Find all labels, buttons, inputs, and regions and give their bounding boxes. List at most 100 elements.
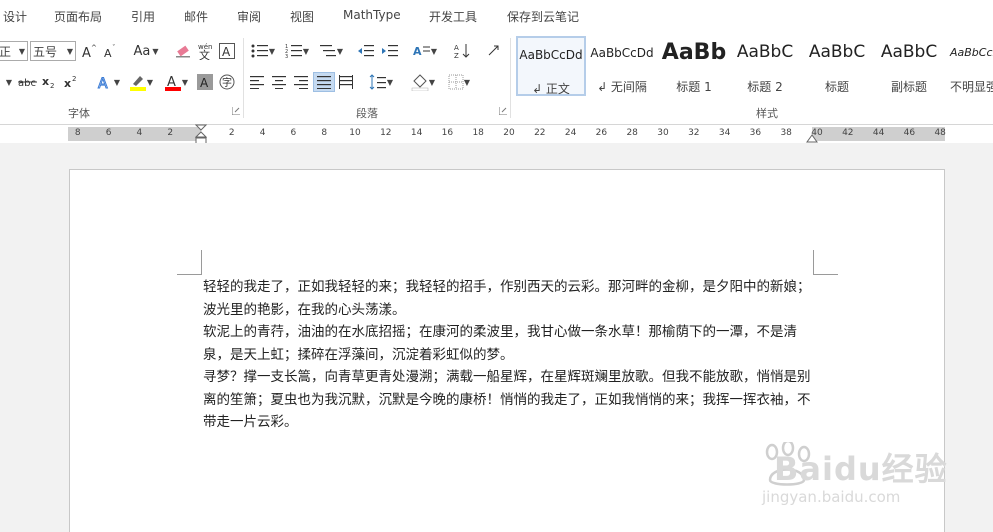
styles-group-label: 样式 <box>756 107 778 120</box>
style-heading-1[interactable]: AaBb 标题 1 <box>659 36 729 96</box>
highlight-color-button[interactable]: ▼ <box>126 72 156 92</box>
tab-mathtype[interactable]: MathType <box>343 8 401 22</box>
chevron-down-icon: ▼ <box>428 77 436 87</box>
chevron-down-icon[interactable]: ▼ <box>19 47 25 56</box>
grow-font-icon[interactable]: A ^ <box>80 41 98 61</box>
ruler-number: 32 <box>688 128 700 138</box>
style-title[interactable]: AaBbC 标题 <box>802 36 872 96</box>
ruler-number: 6 <box>290 128 297 138</box>
line-spacing-button[interactable]: ▼ <box>366 72 396 92</box>
group-divider <box>243 38 244 118</box>
distributed-align-icon[interactable] <box>337 72 355 92</box>
text-effects-button[interactable]: A ▼ <box>94 72 122 92</box>
numbering-button[interactable]: 123 ▼ <box>282 41 312 61</box>
style-preview: AaBbC <box>880 42 938 62</box>
tab-review[interactable]: 审阅 <box>237 8 261 25</box>
superscript-icon[interactable]: x2 <box>64 72 80 92</box>
paragraph-dialog-launcher-icon[interactable] <box>499 107 507 115</box>
svg-text:A: A <box>200 76 209 90</box>
align-right-icon[interactable] <box>292 72 310 92</box>
chevron-down-icon[interactable]: ▼ <box>67 47 73 56</box>
ruler-number: 2 <box>167 128 174 138</box>
ruler-number: 22 <box>534 128 546 138</box>
borders-button[interactable]: ▼ <box>444 72 474 92</box>
show-hide-marks-icon[interactable] <box>484 41 502 61</box>
paragraph-3[interactable]: 寻梦？撑一支长篙，向青草更青处漫溯；满载一船星辉，在星辉斑斓里放歌。但我不能放歌… <box>203 366 813 434</box>
font-color-button[interactable]: A ▼ <box>161 72 191 92</box>
ruler-number: 4 <box>136 128 143 138</box>
ruler-number: 14 <box>410 128 423 138</box>
decrease-indent-icon[interactable] <box>356 41 376 61</box>
ruler-number: 24 <box>564 128 577 138</box>
tab-references[interactable]: 引用 <box>131 8 155 25</box>
style-no-spacing[interactable]: AaBbCcDd ↲ 无间隔 <box>587 36 657 96</box>
subscript-icon[interactable]: x2 <box>42 72 58 92</box>
ruler-number: 30 <box>657 128 669 138</box>
font-dialog-launcher-icon[interactable] <box>232 107 240 115</box>
phonetic-guide-icon[interactable]: wén 文 <box>196 41 214 61</box>
change-case-button[interactable]: Aa ▼ <box>131 41 161 61</box>
document-body[interactable]: 轻轻的我走了，正如我轻轻的来；我轻轻的招手，作别西天的云彩。那河畔的金柳，是夕阳… <box>203 276 813 434</box>
style-preview: AaBbCcDd <box>590 46 654 60</box>
chevron-down-icon: ▼ <box>386 77 394 87</box>
increase-indent-icon[interactable] <box>380 41 400 61</box>
ruler-number: 10 <box>349 128 361 138</box>
chevron-down-icon: ▼ <box>268 46 276 56</box>
style-subtle-emphasis[interactable]: AaBbCcDd 不明显强 <box>946 36 993 96</box>
ruler-number: 6 <box>105 128 112 138</box>
margin-corner-mark <box>177 250 202 275</box>
align-left-icon[interactable] <box>248 72 266 92</box>
chevron-down-icon: ▼ <box>152 46 159 56</box>
shrink-font-icon[interactable]: Aˇ <box>102 41 120 61</box>
style-preview: AaBb <box>661 40 727 65</box>
strikethrough-icon[interactable]: abc <box>18 72 38 92</box>
svg-text:abc: abc <box>18 78 36 89</box>
paragraph-1[interactable]: 轻轻的我走了，正如我轻轻的来；我轻轻的招手，作别西天的云彩。那河畔的金柳，是夕阳… <box>203 276 813 321</box>
multilevel-list-button[interactable]: ▼ <box>316 41 346 61</box>
align-center-icon[interactable] <box>270 72 288 92</box>
enclose-characters-icon[interactable]: 字 <box>218 72 236 92</box>
chevron-down-icon[interactable]: ▼ <box>4 72 14 92</box>
tab-save-to-cloud-notes[interactable]: 保存到云笔记 <box>507 8 579 25</box>
svg-text:A: A <box>98 76 108 90</box>
chevron-down-icon: ▼ <box>463 77 471 87</box>
style-subtitle[interactable]: AaBbC 副标题 <box>874 36 944 96</box>
style-name: ↲ 正文 <box>532 82 570 96</box>
ruler-number: 8 <box>74 128 81 138</box>
character-shading-icon[interactable]: A <box>196 72 214 92</box>
bullets-button[interactable]: ▼ <box>248 41 278 61</box>
character-border-icon[interactable]: A <box>218 41 236 61</box>
asian-layout-button[interactable]: A ▼ <box>410 41 440 61</box>
tab-mailings[interactable]: 邮件 <box>184 8 208 25</box>
font-name-box[interactable]: 正 ▼ <box>0 41 28 61</box>
style-name: 副标题 <box>890 80 927 94</box>
style-heading-2[interactable]: AaBbC 标题 2 <box>730 36 800 96</box>
svg-text:2: 2 <box>50 82 54 89</box>
justify-icon[interactable] <box>313 72 335 92</box>
shading-button[interactable]: ▼ <box>408 72 438 92</box>
tab-design[interactable]: 设计 <box>3 8 27 25</box>
style-name: 标题 <box>824 80 849 94</box>
styles-gallery: AaBbCcDd ↲ 正文 AaBbCcDd ↲ 无间隔 AaBb 标题 1 A… <box>514 36 993 98</box>
style-normal[interactable]: AaBbCcDd ↲ 正文 <box>516 36 586 96</box>
margin-corner-mark <box>813 250 838 275</box>
ruler-number: 4 <box>259 128 266 138</box>
paragraph-2[interactable]: 软泥上的青荇，油油的在水底招摇；在康河的柔波里，我甘心做一条水草！那榆荫下的一潭… <box>203 321 813 366</box>
sort-icon[interactable]: AZ <box>452 41 474 61</box>
chevron-down-icon: ▼ <box>336 46 344 56</box>
svg-text:A: A <box>222 45 231 59</box>
style-preview: AaBbC <box>808 42 866 62</box>
chevron-down-icon: ▼ <box>146 77 154 87</box>
clear-formatting-icon[interactable] <box>174 41 192 61</box>
style-name: 标题 2 <box>747 80 783 94</box>
menu-bar: 设计 页面布局 引用 邮件 审阅 视图 MathType 开发工具 保存到云笔记 <box>0 0 993 32</box>
font-size-box[interactable]: 五号 ▼ <box>30 41 76 61</box>
tab-page-layout[interactable]: 页面布局 <box>54 8 102 25</box>
ruler-number: 18 <box>472 128 484 138</box>
svg-text:^: ^ <box>91 44 97 52</box>
ruler-number: 48 <box>934 128 946 138</box>
group-divider <box>510 38 511 118</box>
tab-view[interactable]: 视图 <box>290 8 314 25</box>
ruler-number: 36 <box>749 128 762 138</box>
tab-developer[interactable]: 开发工具 <box>429 8 477 25</box>
